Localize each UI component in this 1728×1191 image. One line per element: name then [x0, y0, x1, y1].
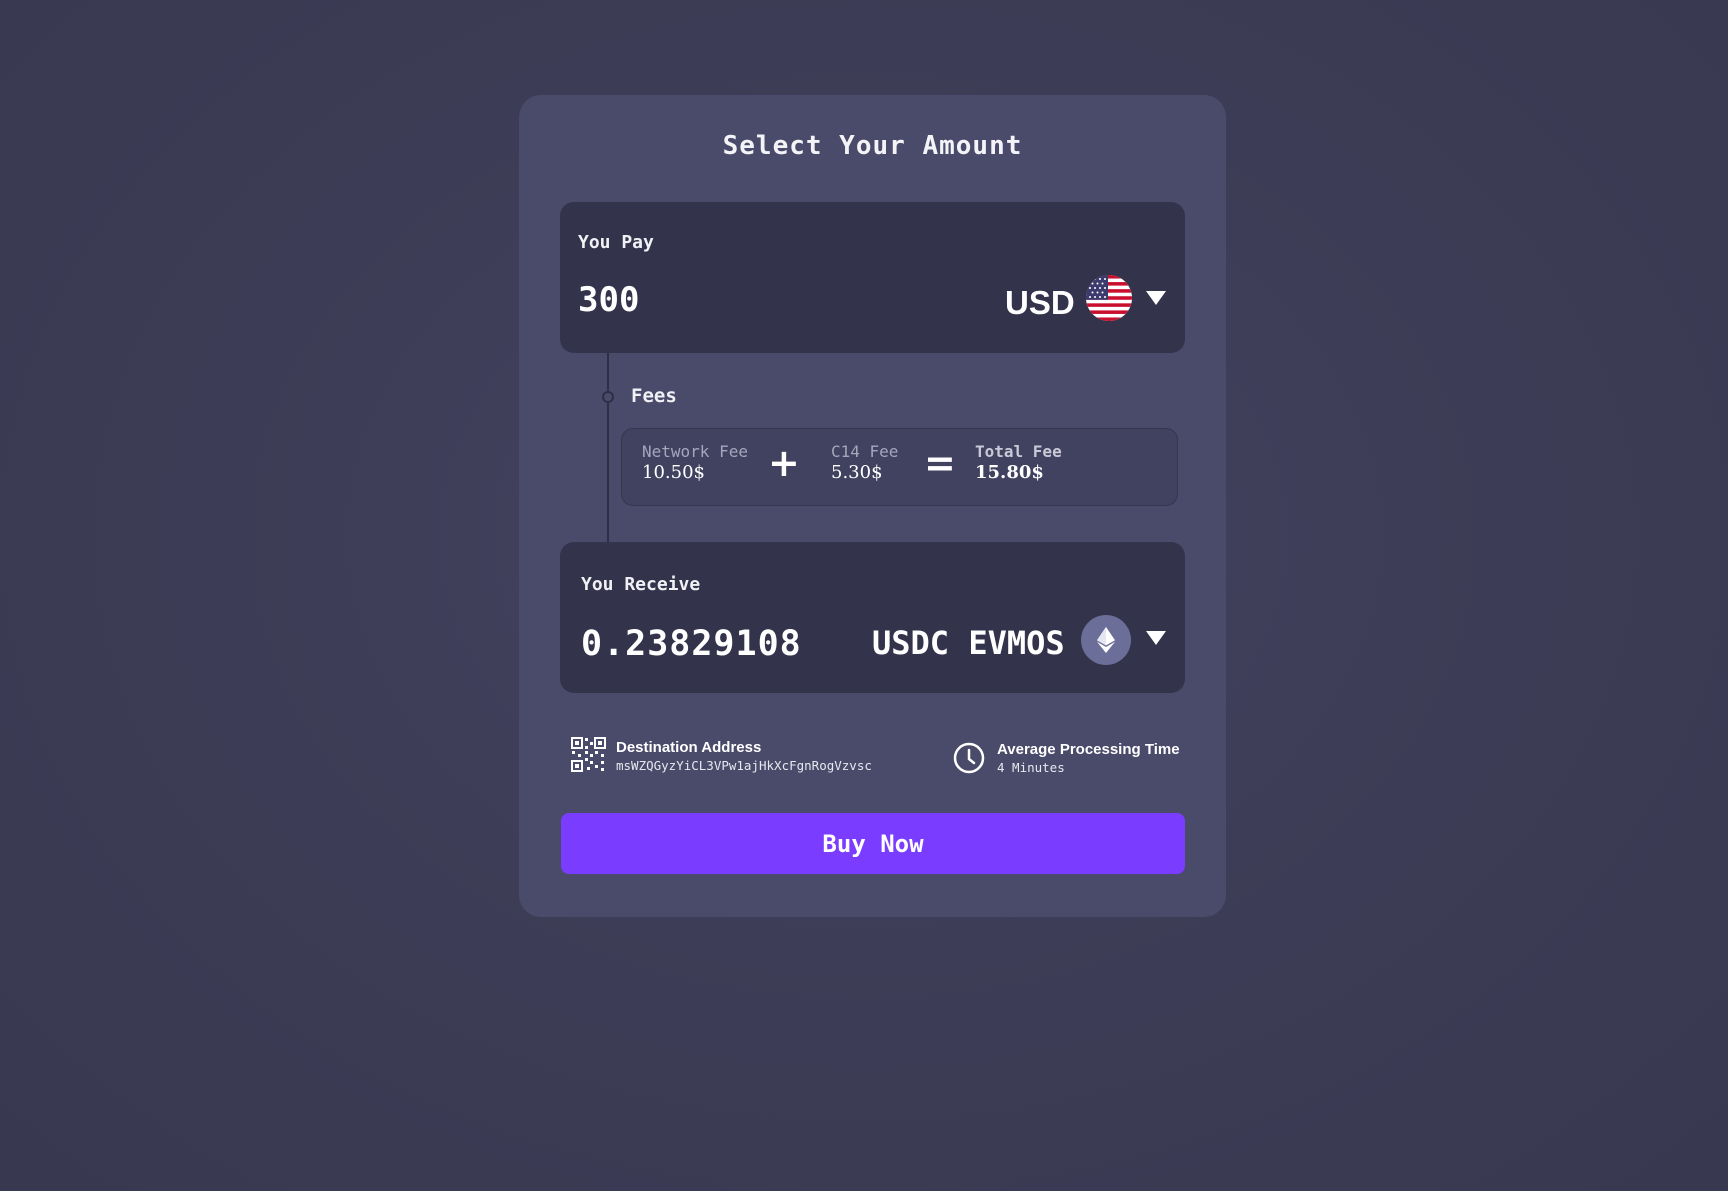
- us-flag-icon[interactable]: [1086, 275, 1132, 321]
- fees-label: Fees: [631, 385, 677, 407]
- receive-currency-dropdown-chevron-icon[interactable]: [1146, 631, 1166, 645]
- receive-currency-label[interactable]: USDC EVMOS: [872, 624, 1065, 662]
- exchange-card: Select Your Amount You Pay 300 USD Fees …: [519, 95, 1226, 917]
- receive-amount: 0.23829108: [581, 624, 802, 664]
- clock-icon: [953, 742, 985, 774]
- pay-panel: You Pay 300 USD: [560, 202, 1185, 353]
- destination-address-title: Destination Address: [616, 739, 762, 756]
- total-fee: Total Fee 15.80$: [975, 442, 1062, 483]
- pay-currency-label[interactable]: USD: [1005, 284, 1075, 322]
- c14-fee: C14 Fee 5.30$: [831, 442, 898, 483]
- receive-label: You Receive: [581, 574, 701, 595]
- equals-sign: =: [924, 441, 956, 485]
- total-fee-name: Total Fee: [975, 442, 1062, 461]
- c14-fee-name: C14 Fee: [831, 442, 899, 461]
- processing-time-title: Average Processing Time: [997, 741, 1180, 758]
- network-fee-value: 10.50$: [642, 462, 705, 483]
- info-row: Destination Address msWZQGyzYiCL3VPw1ajH…: [519, 731, 1226, 781]
- network-fee: Network Fee 10.50$: [642, 442, 748, 483]
- c14-fee-value: 5.30$: [831, 462, 883, 483]
- pay-amount-input[interactable]: 300: [578, 280, 639, 320]
- timeline-connector: [607, 353, 609, 542]
- buy-now-button[interactable]: Buy Now: [561, 813, 1185, 874]
- network-fee-name: Network Fee: [642, 442, 748, 461]
- timeline-dot: [602, 391, 614, 403]
- fees-breakdown: Network Fee 10.50$ + C14 Fee 5.30$ = Tot…: [621, 428, 1178, 506]
- processing-time-value: 4 Minutes: [997, 760, 1065, 775]
- page-title: Select Your Amount: [722, 131, 1023, 161]
- receive-panel: You Receive 0.23829108 USDC EVMOS: [560, 542, 1185, 693]
- qr-code-icon: [571, 737, 606, 772]
- pay-label: You Pay: [578, 232, 654, 253]
- ethereum-icon[interactable]: [1081, 615, 1131, 665]
- plus-sign: +: [768, 441, 800, 485]
- total-fee-value: 15.80$: [975, 462, 1044, 483]
- pay-currency-dropdown-chevron-icon[interactable]: [1146, 291, 1166, 305]
- destination-address-value: msWZQGyzYiCL3VPw1ajHkXcFgnRogVzvsc: [616, 758, 872, 773]
